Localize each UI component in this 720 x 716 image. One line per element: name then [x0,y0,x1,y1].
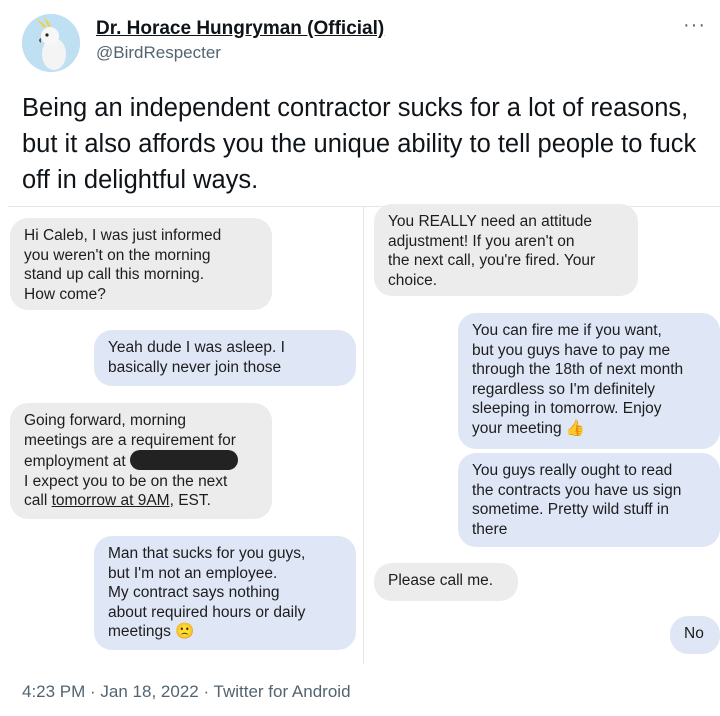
avatar[interactable] [22,14,80,72]
author-handle[interactable]: @BirdRespecter [96,43,221,63]
message-outgoing: No [670,616,720,654]
message-line: meetings are a requirement for [24,431,236,449]
screenshot-column-divider [363,206,364,664]
message-incoming: Hi Caleb, I was just informed you weren'… [10,218,272,310]
message-line: call tomorrow at 9AM, EST. [24,491,258,511]
tweet-header: Dr. Horace Hungryman (Official) @BirdRes… [0,0,720,86]
message-text: call [24,492,52,509]
more-options-icon[interactable]: ··· [683,14,706,37]
message-outgoing: Yeah dude I was asleep. I basically neve… [94,330,356,386]
author-name[interactable]: Dr. Horace Hungryman (Official) [96,18,384,40]
date-link[interactable]: tomorrow at 9AM [52,492,170,509]
tweet-text: Being an independent contractor sucks fo… [22,94,697,194]
message-text: , EST. [169,492,211,509]
message-outgoing: You guys really ought to read the contra… [458,453,720,547]
message-incoming: Going forward, morning meetings are a re… [10,403,272,519]
tweet-timestamp[interactable]: 4:23 PM · Jan 18, 2022 · Twitter for And… [22,682,351,702]
message-incoming: Please call me. [374,563,518,601]
message-outgoing: Man that sucks for you guys, but I'm not… [94,536,356,650]
cockatoo-avatar-icon [22,14,80,72]
message-line: employment at [24,450,258,472]
message-line: Going forward, morning [24,412,186,429]
message-outgoing: You can fire me if you want, but you guy… [458,313,720,449]
message-incoming: You REALLY need an attitude adjustment! … [374,204,638,296]
redaction-bar [129,450,238,470]
message-line: I expect you to be on the next [24,472,228,490]
message-text: employment at [24,453,126,470]
